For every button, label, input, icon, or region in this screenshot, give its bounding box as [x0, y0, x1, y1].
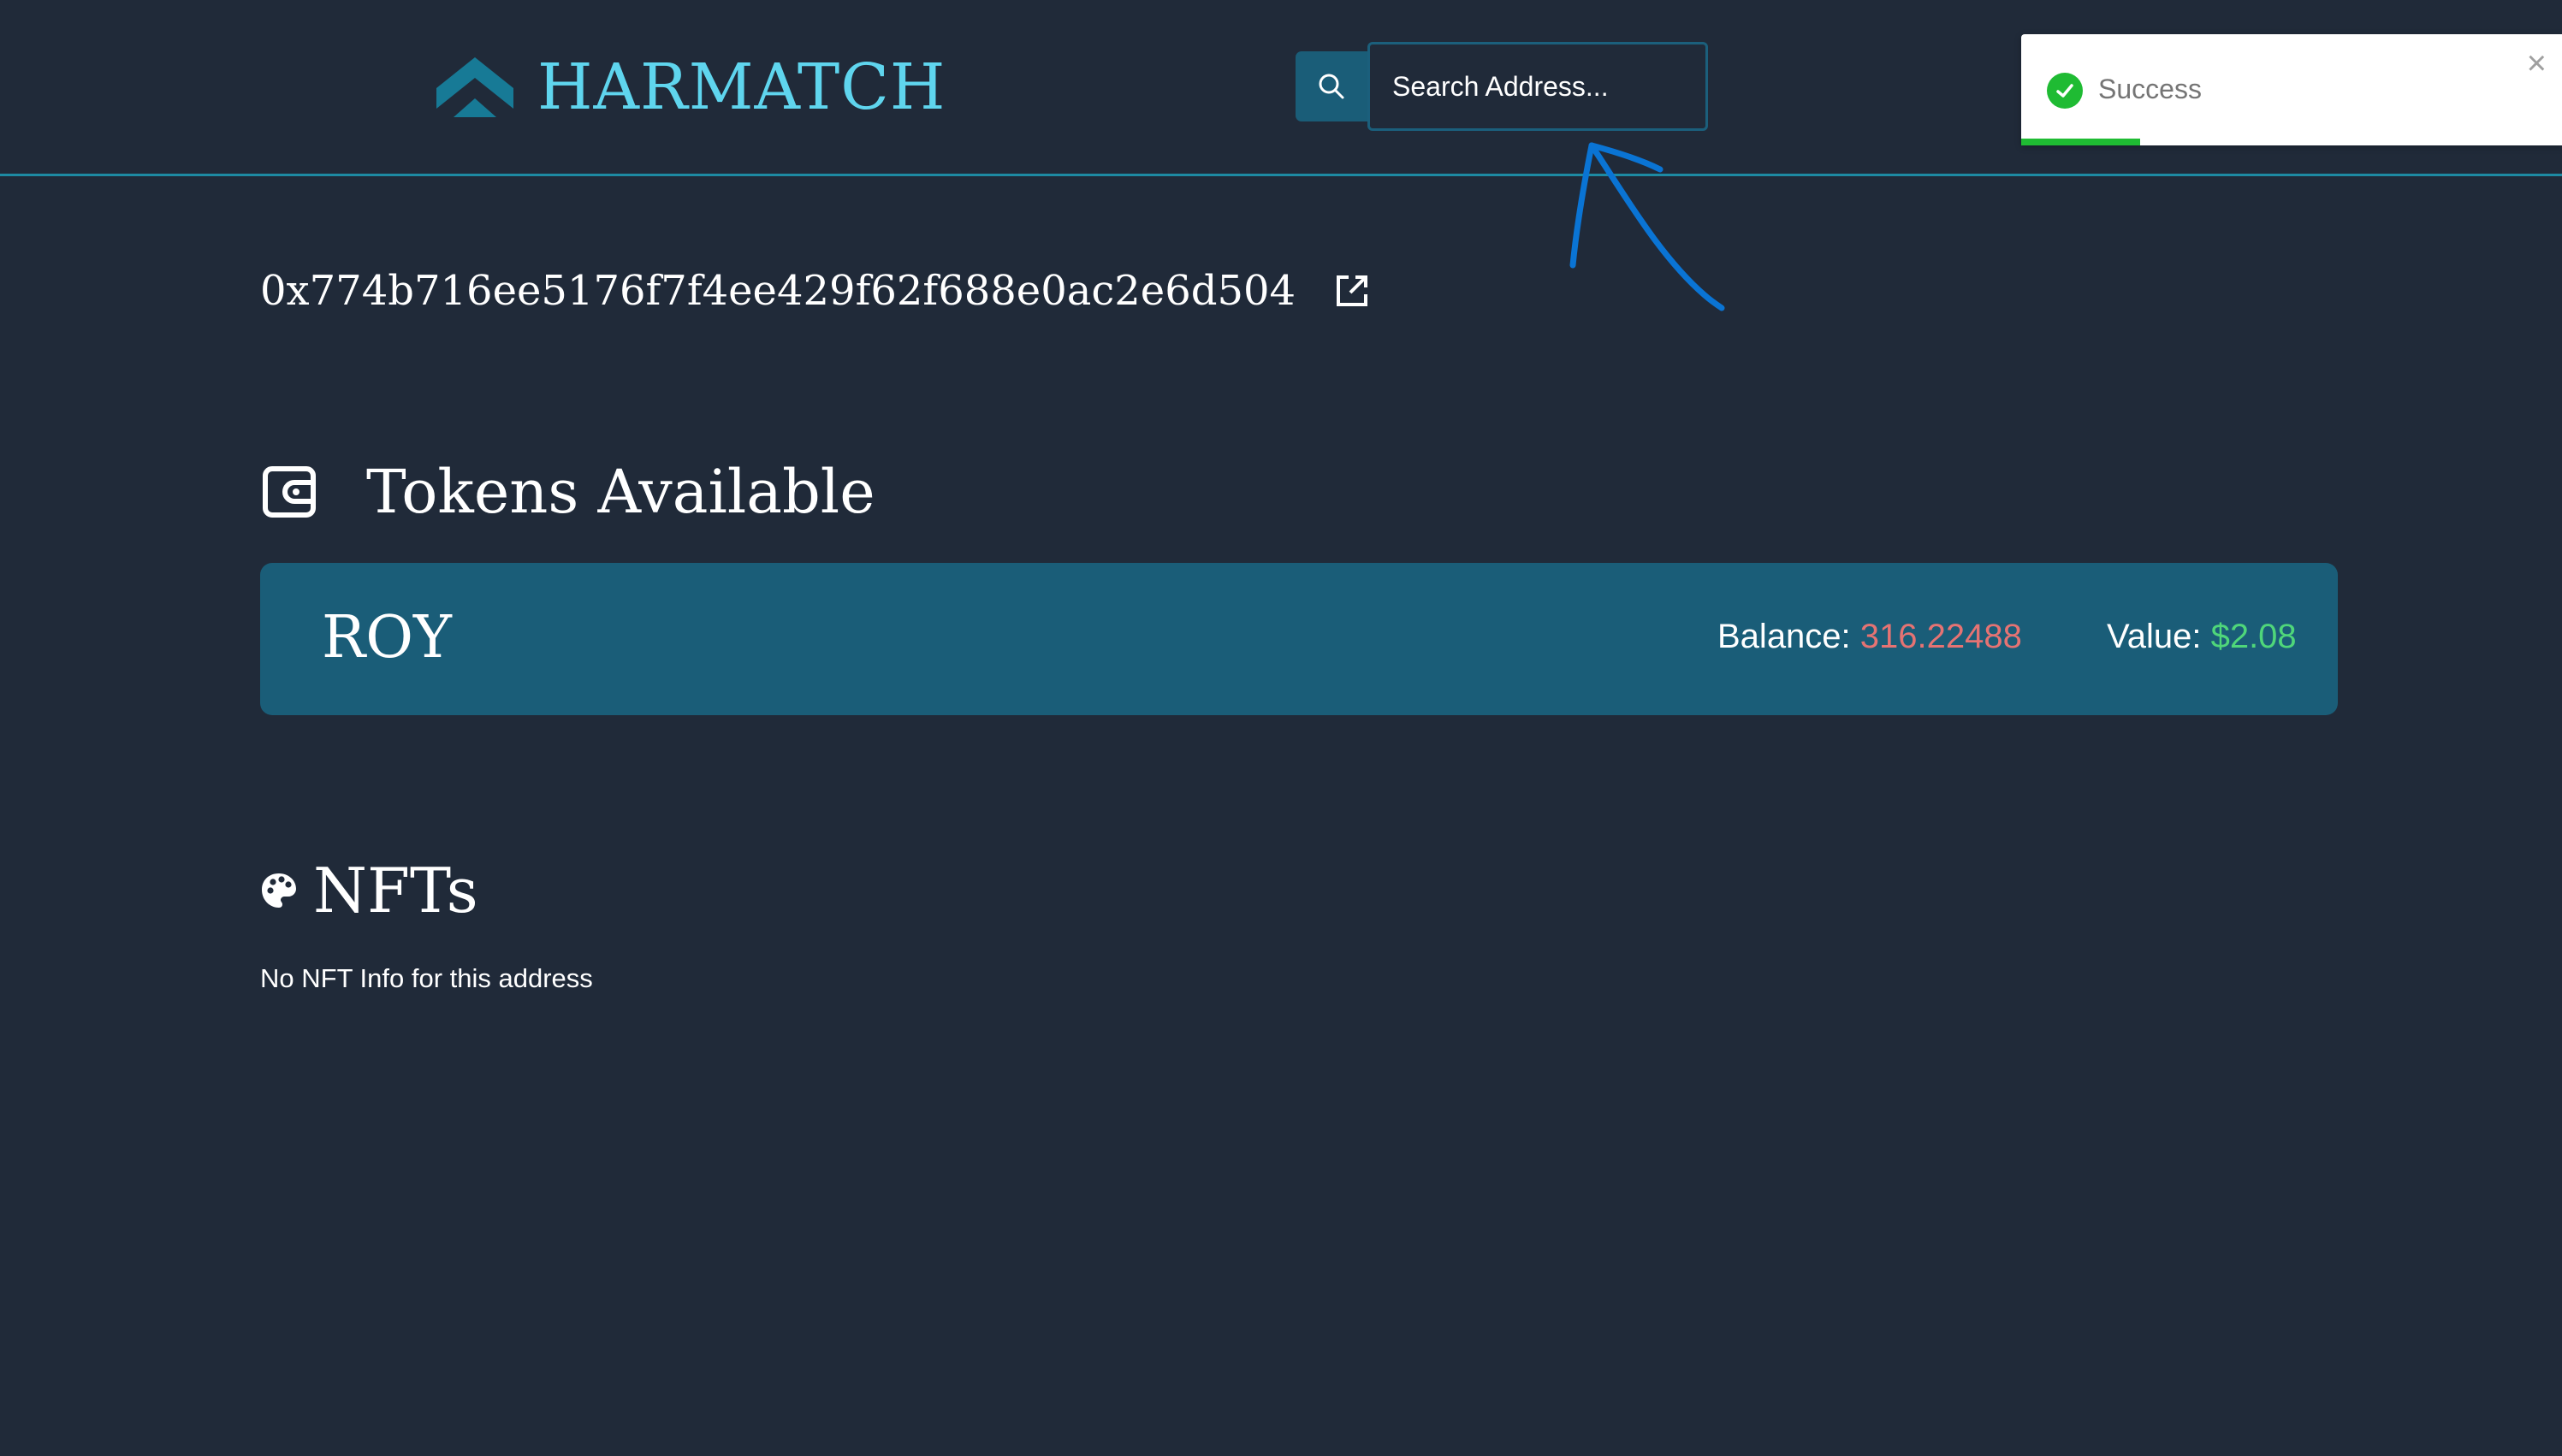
- brand-logo[interactable]: HARMATCH: [436, 53, 946, 121]
- close-icon[interactable]: ×: [2527, 46, 2547, 80]
- wallet-address: 0x774b716ee5176f7f4ee429f62f688e0ac2e6d5…: [260, 267, 1296, 315]
- external-link-icon[interactable]: [1333, 272, 1371, 310]
- balance-amount: 316.22488: [1859, 618, 2022, 655]
- token-symbol: ROY: [322, 604, 452, 672]
- token-card[interactable]: ROY Balance: 316.22488 Value: $2.08: [260, 563, 2338, 715]
- address-row: 0x774b716ee5176f7f4ee429f62f688e0ac2e6d5…: [260, 261, 1371, 321]
- toast-progress-bar: [2021, 139, 2141, 145]
- wallet-icon: [263, 466, 316, 518]
- toast-message: Success: [2098, 74, 2202, 104]
- check-circle-icon: [2047, 73, 2083, 109]
- search-icon: [1319, 74, 1344, 99]
- nfts-title: NFTs: [313, 855, 478, 926]
- tokens-section-header: Tokens Available: [262, 453, 875, 530]
- search-input[interactable]: [1367, 42, 1708, 131]
- tokens-title: Tokens Available: [366, 457, 875, 527]
- nfts-section-header: NFTs: [260, 852, 478, 929]
- nft-empty-message: No NFT Info for this address: [260, 963, 593, 993]
- token-value: Value: $2.08: [2107, 618, 2297, 656]
- success-toast: Success ×: [2021, 34, 2562, 145]
- token-balance: Balance: 316.22488: [1717, 618, 2022, 656]
- search-button[interactable]: [1296, 51, 1367, 121]
- harmatch-logo-icon: [436, 57, 513, 117]
- balance-label: Balance:: [1717, 618, 1851, 655]
- search-bar: [1296, 42, 1708, 131]
- palette-icon: [262, 873, 296, 908]
- brand-name: HARMATCH: [537, 50, 946, 124]
- annotation-arrow: [1569, 142, 1725, 311]
- value-amount: $2.08: [2210, 618, 2297, 655]
- value-label: Value:: [2107, 618, 2202, 655]
